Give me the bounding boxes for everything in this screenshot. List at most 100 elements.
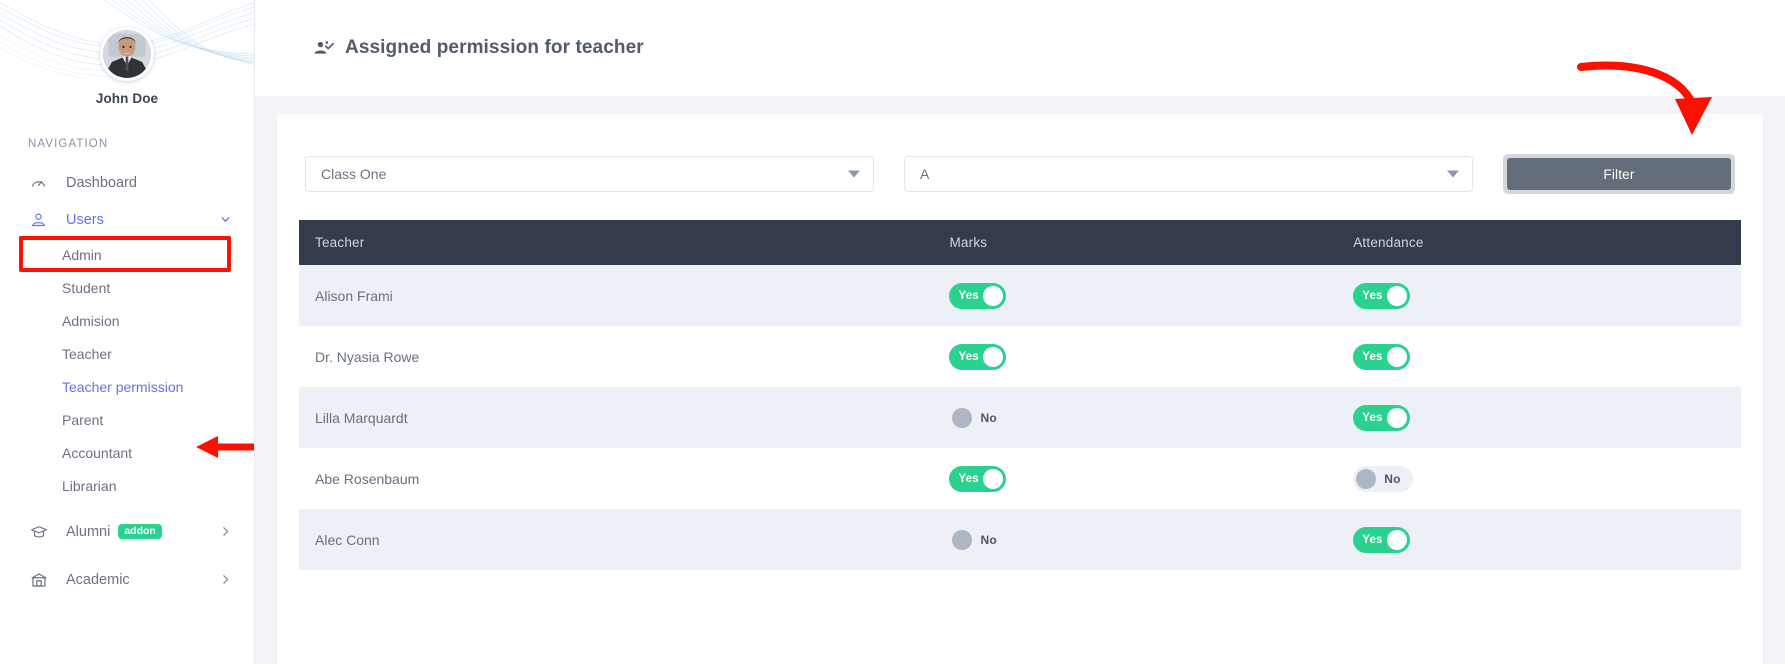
sidebar-subitem-teacher[interactable]: Teacher (0, 337, 254, 370)
cell-attendance: Yes (1337, 387, 1741, 448)
cell-teacher-name: Alison Frami (299, 265, 933, 326)
sidebar-item-label: Academic (66, 572, 130, 588)
toggle-knob (1387, 530, 1407, 550)
table-header-row: Teacher Marks Attendance (299, 220, 1741, 265)
filter-button-focus-ring: Filter (1503, 154, 1735, 194)
sidebar-item-alumni[interactable]: Alumni addon (0, 513, 254, 550)
table-header: Teacher Marks Attendance (299, 220, 1741, 265)
institution-icon (30, 571, 52, 589)
toggle-knob (983, 347, 1003, 367)
section-select[interactable]: A (904, 156, 1473, 192)
toggle-label: Yes (1362, 412, 1382, 424)
sidebar: John Doe NAVIGATION Dashboard (0, 0, 255, 664)
column-header-attendance: Attendance (1337, 220, 1741, 265)
sidebar-nav: Dashboard Users (0, 164, 254, 598)
application-root: John Doe NAVIGATION Dashboard (0, 0, 1785, 664)
toggle-label: No (980, 411, 996, 425)
main-content: Assigned permission for teacher Class On… (255, 0, 1785, 664)
sidebar-subitem-librarian[interactable]: Librarian (0, 469, 254, 502)
cell-teacher-name: Abe Rosenbaum (299, 448, 933, 509)
column-header-marks: Marks (933, 220, 1337, 265)
addon-badge: addon (118, 524, 162, 540)
sidebar-profile: John Doe (0, 0, 254, 106)
marks-toggle[interactable]: No (949, 527, 1008, 553)
table-row: Alison Frami Yes Yes (299, 265, 1741, 326)
content-card: Class One A Filter Teacher Marks Attend (277, 114, 1763, 664)
sidebar-subitem-accountant[interactable]: Accountant (0, 436, 254, 469)
toggle-knob (1356, 469, 1376, 489)
avatar[interactable] (100, 27, 154, 81)
toggle-knob (983, 286, 1003, 306)
cell-attendance: No (1337, 448, 1741, 509)
sidebar-subitem-teacher-permission[interactable]: Teacher permission (0, 370, 254, 403)
sidebar-subitem-admision[interactable]: Admision (0, 304, 254, 337)
profile-name: John Doe (0, 91, 254, 106)
cell-marks: Yes (933, 265, 1337, 326)
marks-toggle[interactable]: No (949, 405, 1008, 431)
chevron-down-icon (848, 171, 860, 178)
toggle-label: Yes (958, 351, 978, 363)
table-row: Dr. Nyasia Rowe Yes Yes (299, 326, 1741, 387)
filter-row: Class One A Filter (299, 142, 1741, 220)
toggle-label: Yes (958, 473, 978, 485)
sidebar-subitem-label: Student (62, 280, 110, 296)
chevron-down-icon (219, 213, 232, 226)
toggle-label: No (1384, 472, 1400, 486)
sidebar-item-label: Alumni (66, 524, 110, 540)
chevron-right-icon (219, 525, 232, 538)
graduation-cap-icon (30, 523, 52, 541)
attendance-toggle[interactable]: Yes (1353, 527, 1409, 553)
teacher-permission-table: Teacher Marks Attendance Alison Frami Ye… (299, 220, 1741, 570)
table-body: Alison Frami Yes Yes (299, 265, 1741, 570)
toggle-knob (983, 469, 1003, 489)
filter-button[interactable]: Filter (1507, 158, 1731, 190)
cell-teacher-name: Dr. Nyasia Rowe (299, 326, 933, 387)
cell-marks: No (933, 387, 1337, 448)
sidebar-subitem-parent[interactable]: Parent (0, 403, 254, 436)
marks-toggle[interactable]: Yes (949, 466, 1005, 492)
sidebar-item-dashboard[interactable]: Dashboard (0, 164, 254, 201)
sidebar-item-academic[interactable]: Academic (0, 561, 254, 598)
sidebar-item-label: Users (66, 212, 104, 228)
toggle-label: Yes (1362, 351, 1382, 363)
table-row: Alec Conn No Yes (299, 509, 1741, 570)
sidebar-subitem-label: Accountant (62, 445, 132, 461)
toggle-label: Yes (1362, 534, 1382, 546)
toggle-label: Yes (958, 290, 978, 302)
chevron-right-icon (219, 573, 232, 586)
attendance-toggle[interactable]: Yes (1353, 405, 1409, 431)
sidebar-subitem-student[interactable]: Student (0, 271, 254, 304)
chevron-down-icon (1447, 171, 1459, 178)
page-title: Assigned permission for teacher (313, 37, 644, 59)
user-check-icon (313, 38, 334, 59)
column-header-teacher: Teacher (299, 220, 933, 265)
avatar-photo-icon (103, 30, 151, 78)
toggle-label: No (980, 533, 996, 547)
toggle-knob (1387, 408, 1407, 428)
toggle-knob (952, 530, 972, 550)
user-icon (30, 211, 52, 228)
toggle-knob (1387, 286, 1407, 306)
toggle-label: Yes (1362, 290, 1382, 302)
page-header: Assigned permission for teacher (255, 0, 1785, 96)
marks-toggle[interactable]: Yes (949, 344, 1005, 370)
class-select[interactable]: Class One (305, 156, 874, 192)
attendance-toggle[interactable]: No (1353, 466, 1412, 492)
sidebar-item-users[interactable]: Users (0, 201, 254, 238)
attendance-toggle[interactable]: Yes (1353, 283, 1409, 309)
cell-teacher-name: Alec Conn (299, 509, 933, 570)
cell-marks: Yes (933, 326, 1337, 387)
sidebar-subitem-label: Teacher permission (62, 379, 183, 395)
sidebar-subitem-admin[interactable]: Admin (0, 238, 254, 271)
cell-attendance: Yes (1337, 265, 1741, 326)
attendance-toggle[interactable]: Yes (1353, 344, 1409, 370)
section-select-value: A (920, 166, 929, 182)
sidebar-subitem-label: Teacher (62, 346, 112, 362)
page-title-text: Assigned permission for teacher (345, 37, 644, 59)
sidebar-subitem-label: Admision (62, 313, 120, 329)
class-select-value: Class One (321, 166, 386, 182)
table-row: Abe Rosenbaum Yes No (299, 448, 1741, 509)
gauge-icon (30, 174, 52, 191)
marks-toggle[interactable]: Yes (949, 283, 1005, 309)
nav-section-label: NAVIGATION (28, 138, 254, 150)
